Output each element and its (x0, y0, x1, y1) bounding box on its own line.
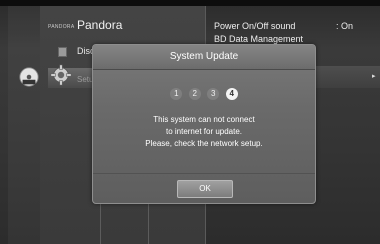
ok-button[interactable]: OK (177, 180, 233, 198)
setting-power-sound-label: Power On/Off sound (214, 21, 296, 31)
step-4-active: 4 (225, 88, 238, 100)
dialog-separator (93, 173, 315, 174)
step-indicator: 1 2 3 4 (93, 83, 315, 101)
bd-player-screen: PANDORA Pandora Disc Setup Power On/Off … (0, 0, 380, 244)
chevron-right-icon: ▸ (372, 73, 376, 80)
dialog-title: System Update (169, 51, 239, 62)
disc-icon (58, 47, 67, 57)
setting-power-sound-value: : On (336, 21, 354, 31)
step-2: 2 (188, 88, 201, 100)
pandora-logo-text: PANDORA (48, 24, 75, 30)
gear-icon (50, 64, 72, 86)
message-line-1: This system can not connect (153, 115, 255, 124)
setting-bd-data-label: BD Data Management (214, 34, 304, 44)
message-line-2: to internet for update. (165, 127, 243, 136)
step-1: 1 (170, 88, 183, 100)
step-3: 3 (207, 88, 220, 100)
system-update-dialog: System Update 1 2 3 4 This system can no… (92, 44, 316, 204)
message-line-3: Please, check the network setup. (145, 139, 263, 148)
dvd-icon (19, 67, 39, 87)
menu-item-pandora[interactable]: Pandora (77, 18, 122, 32)
